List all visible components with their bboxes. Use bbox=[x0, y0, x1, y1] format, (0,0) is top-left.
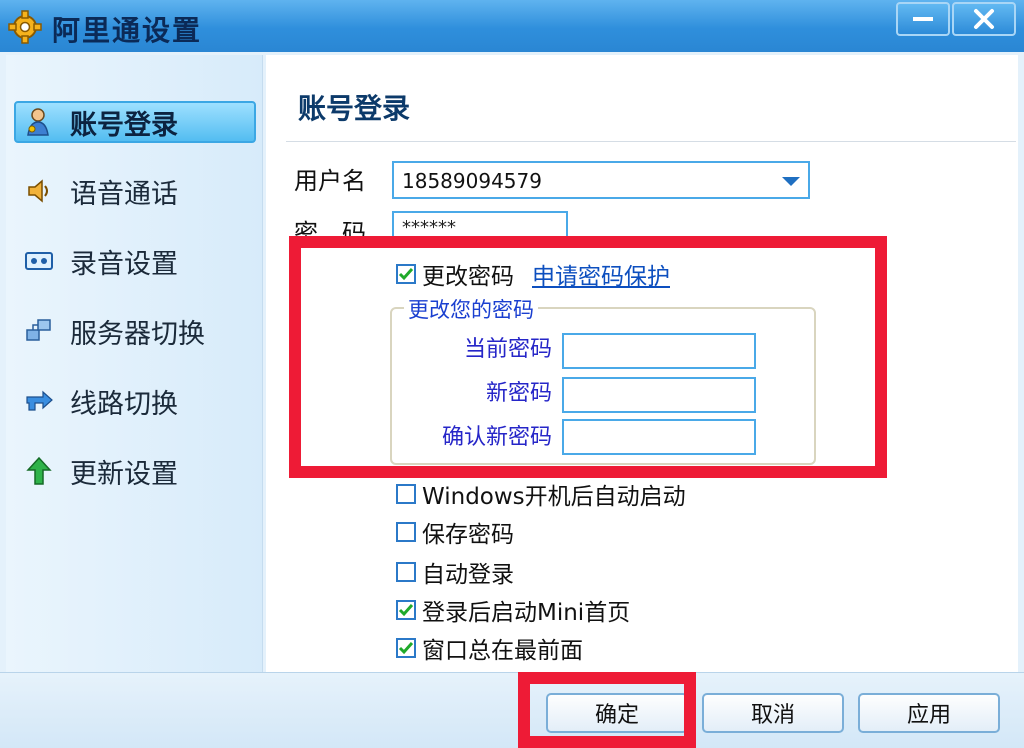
sidebar-item-account-login[interactable]: 账号登录 bbox=[14, 101, 256, 143]
password-field[interactable]: ****** bbox=[392, 211, 568, 247]
username-label: 用户名 bbox=[294, 167, 366, 195]
close-button[interactable] bbox=[952, 2, 1016, 36]
up-arrow-icon bbox=[26, 456, 52, 485]
username-value: 18589094579 bbox=[402, 169, 542, 193]
sidebar-item-voice-call[interactable]: 语音通话 bbox=[16, 171, 252, 211]
sidebar-item-recording[interactable]: 录音设置 bbox=[16, 241, 252, 281]
section-divider bbox=[286, 141, 1016, 142]
close-icon bbox=[974, 9, 994, 29]
current-password-label: 当前密码 bbox=[463, 337, 552, 362]
user-key-icon bbox=[27, 108, 49, 136]
ok-button[interactable]: 确定 bbox=[546, 693, 688, 733]
change-password-row[interactable]: 更改密码 申请密码保护 bbox=[396, 257, 670, 291]
checkmark-icon bbox=[398, 642, 414, 655]
sidebar-item-update-settings[interactable]: 更新设置 bbox=[16, 451, 252, 491]
current-password-input[interactable] bbox=[562, 333, 756, 369]
account-login-panel: 账号登录 用户名 18589094579 密 码 ****** 更改密码 申请密… bbox=[266, 55, 1018, 672]
sidebar-item-label: 服务器切换 bbox=[70, 318, 205, 350]
password-label: 密 码 bbox=[294, 219, 366, 247]
option-label: 自动登录 bbox=[422, 562, 514, 588]
settings-window: 阿里通设置 账号登录 语音通话 录音设置 服务器切换 线路切换 更新设置 账号登… bbox=[0, 0, 1024, 748]
change-password-checkbox[interactable] bbox=[396, 264, 416, 284]
sidebar-item-label: 更新设置 bbox=[70, 458, 178, 490]
change-password-group: 更改您的密码 当前密码 新密码 确认新密码 bbox=[390, 294, 816, 465]
checkmark-icon bbox=[398, 604, 414, 617]
sidebar-item-label: 线路切换 bbox=[70, 388, 178, 420]
option-label: 登录后启动Mini首页 bbox=[422, 600, 631, 626]
minimize-icon bbox=[913, 17, 933, 21]
minimize-button[interactable] bbox=[896, 2, 950, 36]
checkmark-icon bbox=[398, 268, 414, 281]
sidebar-item-line-switch[interactable]: 线路切换 bbox=[16, 381, 252, 421]
network-icon bbox=[26, 319, 51, 341]
new-password-label: 新密码 bbox=[485, 381, 552, 406]
chevron-down-icon[interactable] bbox=[782, 177, 800, 186]
option-row-save-password[interactable]: 保存密码 bbox=[396, 515, 514, 549]
cancel-button[interactable]: 取消 bbox=[702, 693, 844, 733]
sidebar-item-label: 语音通话 bbox=[70, 178, 178, 210]
gear-icon bbox=[8, 10, 42, 44]
group-title: 更改您的密码 bbox=[404, 294, 538, 324]
new-password-input[interactable] bbox=[562, 377, 756, 413]
confirm-password-input[interactable] bbox=[562, 419, 756, 455]
settings-sidebar: 账号登录 语音通话 录音设置 服务器切换 线路切换 更新设置 bbox=[6, 55, 263, 672]
section-title: 账号登录 bbox=[298, 92, 411, 125]
change-password-label: 更改密码 bbox=[422, 264, 514, 290]
option-label: 窗口总在最前面 bbox=[422, 638, 583, 664]
apply-button[interactable]: 应用 bbox=[858, 693, 1000, 733]
route-arrow-icon bbox=[26, 390, 53, 411]
option-row-always-on-top[interactable]: 窗口总在最前面 bbox=[396, 631, 583, 665]
save-password-checkbox[interactable] bbox=[396, 522, 416, 542]
sidebar-item-server-switch[interactable]: 服务器切换 bbox=[16, 311, 252, 351]
password-protection-link[interactable]: 申请密码保护 bbox=[532, 257, 670, 291]
speaker-icon bbox=[28, 179, 48, 203]
autostart-checkbox[interactable] bbox=[396, 484, 416, 504]
tape-icon bbox=[25, 252, 53, 270]
title-bar[interactable]: 阿里通设置 bbox=[0, 0, 1024, 52]
sidebar-item-label: 账号登录 bbox=[70, 109, 178, 141]
password-value: ****** bbox=[402, 217, 456, 238]
sidebar-item-label: 录音设置 bbox=[70, 248, 178, 280]
option-row-mini-home[interactable]: 登录后启动Mini首页 bbox=[396, 593, 630, 627]
option-row-auto-login[interactable]: 自动登录 bbox=[396, 555, 514, 589]
option-label: 保存密码 bbox=[422, 522, 514, 548]
window-title: 阿里通设置 bbox=[52, 14, 203, 47]
option-row-autostart[interactable]: Windows开机后自动启动 bbox=[396, 477, 686, 511]
auto-login-checkbox[interactable] bbox=[396, 562, 416, 582]
username-combobox[interactable]: 18589094579 bbox=[392, 161, 810, 199]
mini-home-checkbox[interactable] bbox=[396, 600, 416, 620]
option-label: Windows开机后自动启动 bbox=[422, 484, 686, 510]
always-on-top-checkbox[interactable] bbox=[396, 638, 416, 658]
dialog-button-bar: 确定 取消 应用 bbox=[0, 672, 1024, 748]
confirm-password-label: 确认新密码 bbox=[441, 425, 552, 450]
